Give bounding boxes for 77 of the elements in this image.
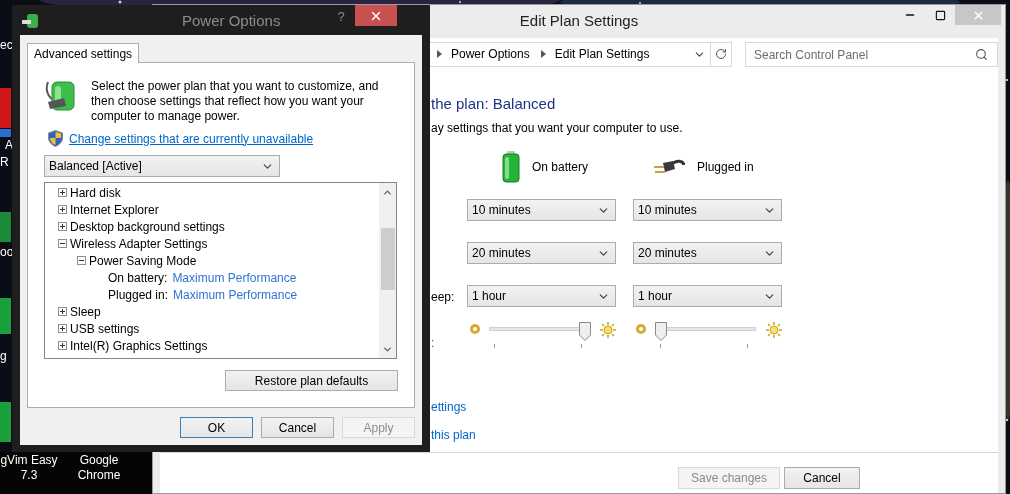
collapse-icon[interactable] [77,256,86,265]
window-title: Edit Plan Settings [519,11,639,32]
collapse-icon[interactable] [58,239,67,248]
expand-icon[interactable] [58,222,67,231]
expand-icon[interactable] [58,188,67,197]
brightness-slider[interactable] [489,322,590,350]
shield-icon [48,130,63,147]
plan-select[interactable]: Balanced [Active] [44,155,280,177]
time-select[interactable]: 10 minutes [467,199,616,221]
time-select[interactable]: 1 hour [467,285,616,307]
dialog-button[interactable]: Cancel [261,417,334,438]
bright-sun-icon [766,322,782,338]
battery-icon [502,151,520,183]
tree-item[interactable]: Intel(R) Graphics Settings [70,336,208,355]
breadcrumb[interactable]: Edit Plan Settings [554,45,650,63]
time-select[interactable]: 1 hour [633,285,782,307]
slider-thumb[interactable] [655,322,667,341]
tree-item[interactable]: USB settings [70,319,140,338]
battery-plug-icon [22,13,40,29]
search-icon [975,47,988,61]
desktop-label: ec [0,37,13,53]
shortcut-label[interactable]: Chrome [77,468,121,483]
breadcrumb[interactable]: Power Options [451,45,530,63]
scrollbar[interactable] [379,183,396,358]
dim-brightness-icon [469,323,481,335]
restore-defaults-button[interactable]: Restore plan defaults [225,370,398,391]
setting-label: eep: [431,290,455,304]
shortcut-label[interactable]: 7.3 [20,468,38,483]
column-header: On battery [532,159,589,176]
dialog-button[interactable]: Cancel [784,467,860,489]
bright-sun-icon [600,322,616,338]
breadcrumb-separator-icon [540,50,546,58]
setting-value[interactable]: Maximum Performance [172,268,297,287]
column-header: Plugged in [697,159,754,176]
tree-item[interactable]: Desktop background settings [70,217,225,236]
refresh-button[interactable] [711,41,732,67]
tree-item[interactable]: Power Saving Mode [89,251,197,270]
tree-item[interactable]: Sleep [70,302,101,321]
time-select[interactable]: 20 minutes [467,242,616,264]
expand-icon[interactable] [58,307,67,316]
expand-icon[interactable] [58,205,67,214]
desktop-label: A [5,137,13,153]
search-field[interactable]: Search Control Panel [745,42,998,67]
setting-value[interactable]: Maximum Performance [173,285,298,304]
time-select[interactable]: 20 minutes [633,242,782,264]
page-subheading: ay settings that you want your computer to use. [431,120,684,136]
settings-link[interactable]: Change settings that are currently unavailable [69,129,314,148]
expand-icon[interactable] [58,324,67,333]
tree-item[interactable]: Internet Explorer [70,200,159,219]
dim-brightness-icon [635,323,647,335]
close-button[interactable] [354,5,397,26]
settings-link[interactable]: ettings [431,399,467,415]
slider-thumb[interactable] [579,322,591,341]
setting-label: : [431,336,435,350]
tree-item[interactable]: Wireless Adapter Settings [70,234,208,253]
tree-item[interactable]: Hard disk [70,183,121,202]
scroll-down-icon[interactable] [382,344,393,355]
refresh-icon [715,48,728,60]
breadcrumb-separator-icon [437,50,442,58]
shortcut-label[interactable]: gVim Easy [0,453,58,468]
window-title: Power Options [182,11,281,31]
desktop-label: R [0,154,9,170]
desktop-label: g [0,348,7,364]
settings-link[interactable]: this plan [431,427,476,443]
help-button[interactable]: ? [337,7,345,27]
shortcut-label[interactable]: Google [79,453,119,468]
page-heading: the plan: Balanced [431,94,557,114]
time-select[interactable]: 10 minutes [633,199,782,221]
dialog-button[interactable]: OK [180,417,253,438]
expand-icon[interactable] [58,341,67,350]
tab[interactable]: Advanced settings [27,43,140,63]
setting-name: On battery: [108,269,168,287]
scrollbar-thumb[interactable] [380,228,395,290]
brightness-slider[interactable] [655,322,756,350]
maximize-icon [934,9,946,21]
setting-name: Plugged in: [108,286,169,304]
description-text: Select the power plan that you want to customize, and then choose settings that reflect how you want your computer to manage power. [91,79,380,124]
